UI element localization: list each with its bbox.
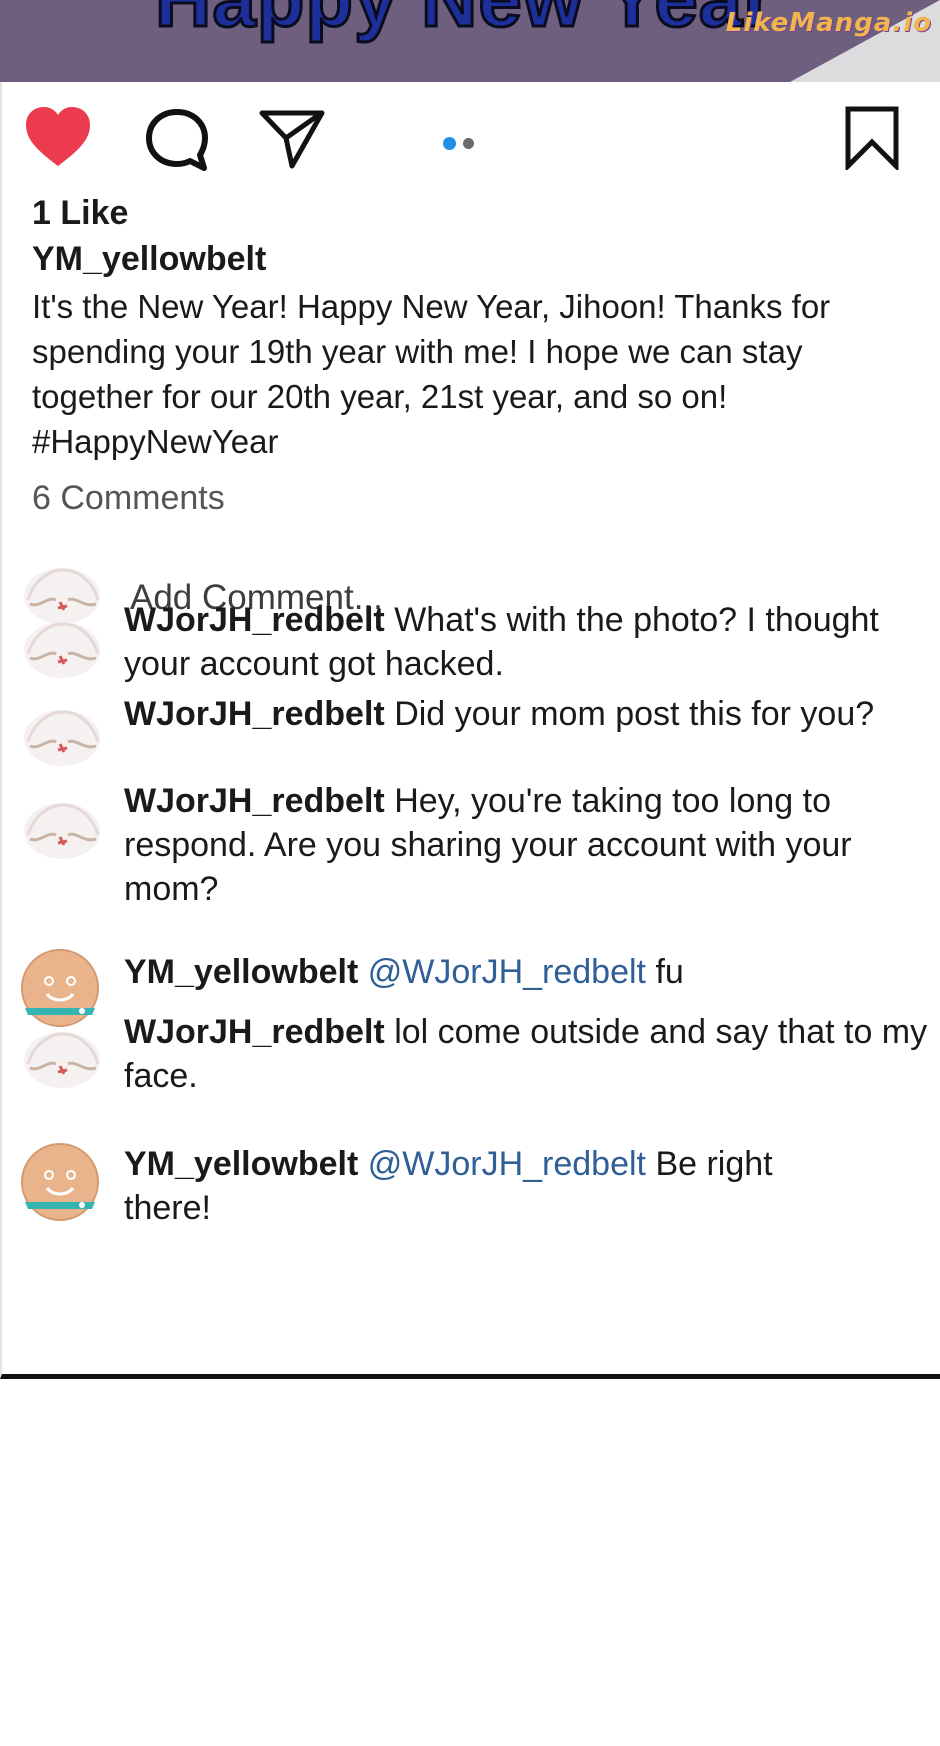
comment-username[interactable]: WJorJH_redbelt bbox=[124, 782, 385, 820]
comment-item: YM_yellowbelt @WJorJH_redbelt Be right t… bbox=[20, 1142, 932, 1242]
comment-item: WJorJH_redbelt lol come outside and say … bbox=[20, 1010, 932, 1110]
paper-plane-icon bbox=[259, 110, 325, 169]
speech-bubble-icon bbox=[146, 109, 208, 171]
egg-avatar-icon bbox=[24, 710, 100, 766]
comment-text: YM_yellowbelt @WJorJH_redbelt fu bbox=[124, 950, 930, 994]
comment-button[interactable] bbox=[144, 108, 210, 172]
comment-body: Did your mom post this for you? bbox=[394, 695, 875, 733]
carousel-dot bbox=[463, 138, 474, 149]
smiley-avatar-icon bbox=[21, 1143, 99, 1221]
save-button[interactable] bbox=[844, 106, 900, 170]
avatar[interactable] bbox=[20, 702, 104, 768]
banner-image: Happy New Year LikeManga.io bbox=[0, 0, 940, 82]
post-author[interactable]: YM_yellowbelt bbox=[32, 240, 266, 279]
like-count[interactable]: 1 Like bbox=[32, 194, 128, 233]
avatar[interactable] bbox=[20, 795, 104, 861]
comment-body: fu bbox=[655, 953, 684, 991]
like-button[interactable] bbox=[24, 106, 92, 168]
comment-mention[interactable]: @WJorJH_redbelt bbox=[368, 1145, 646, 1183]
view-comments-link[interactable]: 6 Comments bbox=[32, 479, 225, 518]
heart-filled-icon bbox=[26, 107, 90, 166]
action-bar bbox=[2, 82, 940, 202]
egg-avatar-icon bbox=[24, 1032, 100, 1088]
comment-username[interactable]: YM_yellowbelt bbox=[124, 953, 358, 991]
comment-text: WJorJH_redbelt Did your mom post this fo… bbox=[124, 692, 930, 736]
comment-item: WJorJH_redbelt What's with the photo? I … bbox=[20, 598, 932, 698]
comment-text: WJorJH_redbelt lol come outside and say … bbox=[124, 1010, 930, 1098]
comment-username[interactable]: YM_yellowbelt bbox=[124, 1145, 358, 1183]
bookmark-icon bbox=[845, 106, 899, 170]
comment-item: WJorJH_redbelt Did your mom post this fo… bbox=[20, 692, 932, 766]
comment-username[interactable]: WJorJH_redbelt bbox=[124, 1013, 385, 1051]
comment-text: WJorJH_redbelt Hey, you're taking too lo… bbox=[124, 779, 894, 911]
share-button[interactable] bbox=[258, 108, 326, 170]
egg-avatar-icon bbox=[24, 622, 100, 678]
banner-title: Happy New Year bbox=[154, 0, 776, 45]
comment-item: WJorJH_redbelt Hey, you're taking too lo… bbox=[20, 779, 932, 919]
avatar[interactable] bbox=[20, 1024, 104, 1090]
comment-username[interactable]: WJorJH_redbelt bbox=[124, 601, 385, 639]
comment-mention[interactable]: @WJorJH_redbelt bbox=[368, 953, 646, 991]
watermark: LikeManga.io bbox=[725, 8, 932, 38]
post-caption: It's the New Year! Happy New Year, Jihoo… bbox=[32, 288, 831, 460]
egg-avatar-icon bbox=[24, 803, 100, 859]
avatar[interactable] bbox=[20, 1142, 100, 1222]
carousel-dot-active bbox=[443, 137, 456, 150]
post-card: 1 Like YM_yellowbelt It's the New Year! … bbox=[0, 82, 940, 1379]
comment-text: WJorJH_redbelt What's with the photo? I … bbox=[124, 598, 930, 686]
avatar[interactable] bbox=[20, 614, 104, 680]
comment-username[interactable]: WJorJH_redbelt bbox=[124, 695, 385, 733]
carousel-indicator bbox=[443, 133, 481, 152]
blank-area bbox=[0, 1379, 940, 1746]
comment-text: YM_yellowbelt @WJorJH_redbelt Be right t… bbox=[124, 1142, 844, 1230]
